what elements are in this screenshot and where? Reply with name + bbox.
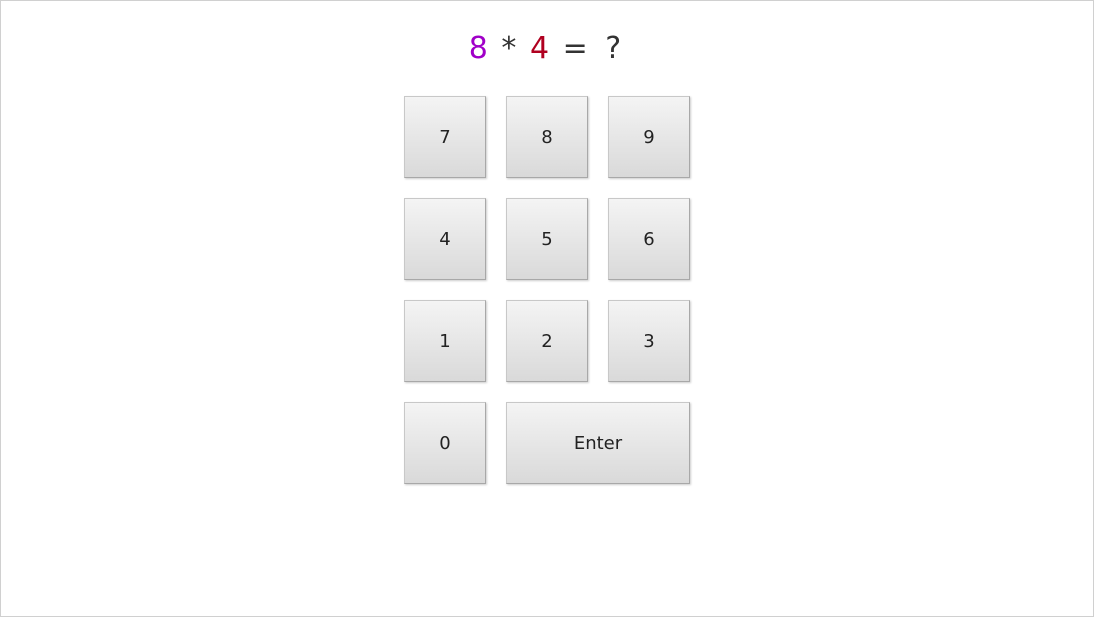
key-0[interactable]: 0	[404, 402, 486, 484]
key-5[interactable]: 5	[506, 198, 588, 280]
operand-1: 8	[469, 31, 488, 66]
key-9[interactable]: 9	[608, 96, 690, 178]
question-display: 8 * 4 = ?	[469, 31, 625, 66]
key-6[interactable]: 6	[608, 198, 690, 280]
operator: *	[501, 31, 516, 66]
keypad: 7 8 9 4 5 6 1 2 3 0 Enter	[404, 96, 690, 484]
key-enter[interactable]: Enter	[506, 402, 690, 484]
operand-2: 4	[530, 31, 549, 66]
key-7[interactable]: 7	[404, 96, 486, 178]
equals-sign: =	[563, 31, 588, 66]
answer-placeholder: ?	[605, 31, 621, 66]
key-8[interactable]: 8	[506, 96, 588, 178]
quiz-container: 8 * 4 = ? 7 8 9 4 5 6 1 2 3 0 Enter	[1, 1, 1093, 484]
key-2[interactable]: 2	[506, 300, 588, 382]
key-4[interactable]: 4	[404, 198, 486, 280]
key-1[interactable]: 1	[404, 300, 486, 382]
key-3[interactable]: 3	[608, 300, 690, 382]
